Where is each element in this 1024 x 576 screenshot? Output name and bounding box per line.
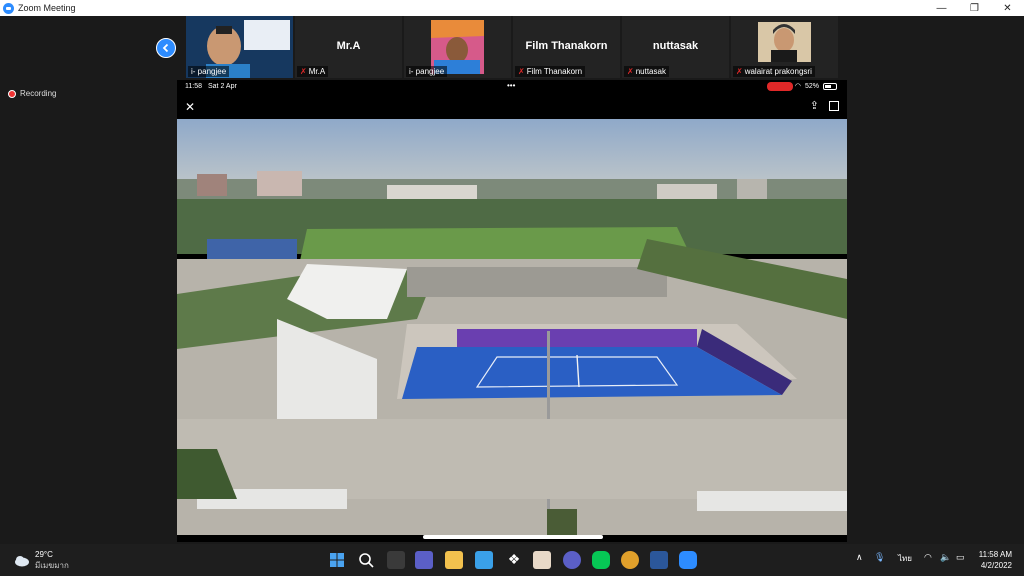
cloud-icon <box>15 556 29 567</box>
weather-desc: มีเมฆมาก <box>35 561 69 570</box>
clock-time: 11:58 AM <box>978 550 1012 559</box>
battery-icon <box>823 82 837 90</box>
clock-date: 4/2/2022 <box>980 561 1012 570</box>
language-indicator[interactable]: ไทย <box>898 552 912 565</box>
start-windows-icon[interactable] <box>328 551 346 569</box>
participant-tile[interactable]: ✗ walairat prakongsri <box>731 16 838 78</box>
mic-muted-icon: ✗ <box>627 67 634 76</box>
notepad-icon[interactable] <box>475 551 493 569</box>
close-window-button[interactable]: ✕ <box>991 0 1024 16</box>
status-time: 11:58 <box>185 82 202 90</box>
weather-temp: 29°C <box>35 550 53 559</box>
screen-record-icon <box>767 82 793 91</box>
aerial-tennis-court-photo <box>177 119 847 535</box>
wifi-icon[interactable]: ◠ <box>924 552 932 563</box>
participant-tile[interactable]: i- pangjee <box>186 16 293 78</box>
participant-label: i- pangjee <box>188 66 230 77</box>
snipping-tool-icon[interactable] <box>533 551 551 569</box>
fullscreen-icon[interactable] <box>829 101 839 111</box>
participant-name: nuttasak <box>652 40 699 52</box>
participant-label: ✗ walairat prakongsri <box>733 66 815 77</box>
mic-muted-icon: ✗ <box>300 67 307 76</box>
window-title: Zoom Meeting <box>18 3 76 13</box>
close-icon[interactable]: ✕ <box>185 100 195 114</box>
recording-label: Recording <box>20 89 57 98</box>
participant-label: ✗ Mr.A <box>297 66 329 77</box>
share-icon[interactable]: ⇪ <box>810 99 819 112</box>
recording-indicator[interactable]: Recording <box>8 89 56 98</box>
line-icon[interactable] <box>592 551 610 569</box>
battery-percent: 52% <box>804 82 819 90</box>
weather-widget[interactable]: 29°C มีเมฆมาก <box>14 550 69 572</box>
more-dots-icon: ••• <box>507 81 516 90</box>
dropbox-icon[interactable]: ❖ <box>505 551 523 569</box>
chrome-icon[interactable] <box>621 551 639 569</box>
participant-tile[interactable]: nuttasak ✗ nuttasak <box>622 16 729 78</box>
mic-muted-icon: ✗ <box>736 67 743 76</box>
microphone-icon[interactable]: 🎙 <box>874 552 885 563</box>
minimize-button[interactable]: — <box>925 0 958 16</box>
volume-icon[interactable]: 🔈 <box>940 552 951 563</box>
participant-tile[interactable]: i- pangjee <box>404 16 511 78</box>
shared-screen[interactable]: 11:58 Sat 2 Apr ••• ◠ 52% ✕ ⇪ <box>177 80 847 542</box>
zoom-logo-icon <box>3 2 14 14</box>
restore-button[interactable]: ❐ <box>958 0 991 16</box>
file-explorer-icon[interactable] <box>445 551 463 569</box>
participant-label: ✗ nuttasak <box>624 66 669 77</box>
chat-icon[interactable] <box>415 551 433 569</box>
system-clock[interactable]: 11:58 AM 4/2/2022 <box>979 549 1012 571</box>
task-view-icon[interactable] <box>387 551 405 569</box>
participant-name: Mr.A <box>336 40 361 52</box>
record-dot-icon <box>8 89 16 98</box>
participant-label: ✗ Film Thanakorn <box>515 66 586 77</box>
previous-page-button[interactable] <box>156 38 176 58</box>
participant-label: i- pangjee <box>406 66 448 77</box>
participant-tile[interactable]: Mr.A ✗ Mr.A <box>295 16 402 78</box>
participant-name: Film Thanakorn <box>525 40 608 52</box>
taskbar: 29°C มีเมฆมาก ❖ ∧ 🎙 ไทย ◠ 🔈 ▭ 11:58 AM 4… <box>0 544 1024 576</box>
status-date: Sat 2 Apr <box>208 82 237 90</box>
participant-strip: i- pangjee Mr.A ✗ Mr.A i- pangjee Film Th… <box>186 16 838 78</box>
zoom-icon[interactable] <box>679 551 697 569</box>
search-icon[interactable] <box>357 551 375 569</box>
wifi-icon: ◠ <box>794 83 801 90</box>
show-hidden-icons-chevron-icon[interactable]: ∧ <box>856 552 863 563</box>
teams-icon[interactable] <box>563 551 581 569</box>
title-bar: Zoom Meeting — ❐ ✕ <box>0 0 1024 16</box>
home-indicator <box>423 535 603 539</box>
word-icon[interactable] <box>650 551 668 569</box>
participant-tile[interactable]: Film Thanakorn ✗ Film Thanakorn <box>513 16 620 78</box>
chevron-left-icon <box>162 43 169 53</box>
battery-icon[interactable]: ▭ <box>956 552 965 563</box>
device-status-bar: 11:58 Sat 2 Apr ••• ◠ 52% <box>177 80 847 92</box>
mic-muted-icon: ✗ <box>518 67 525 76</box>
